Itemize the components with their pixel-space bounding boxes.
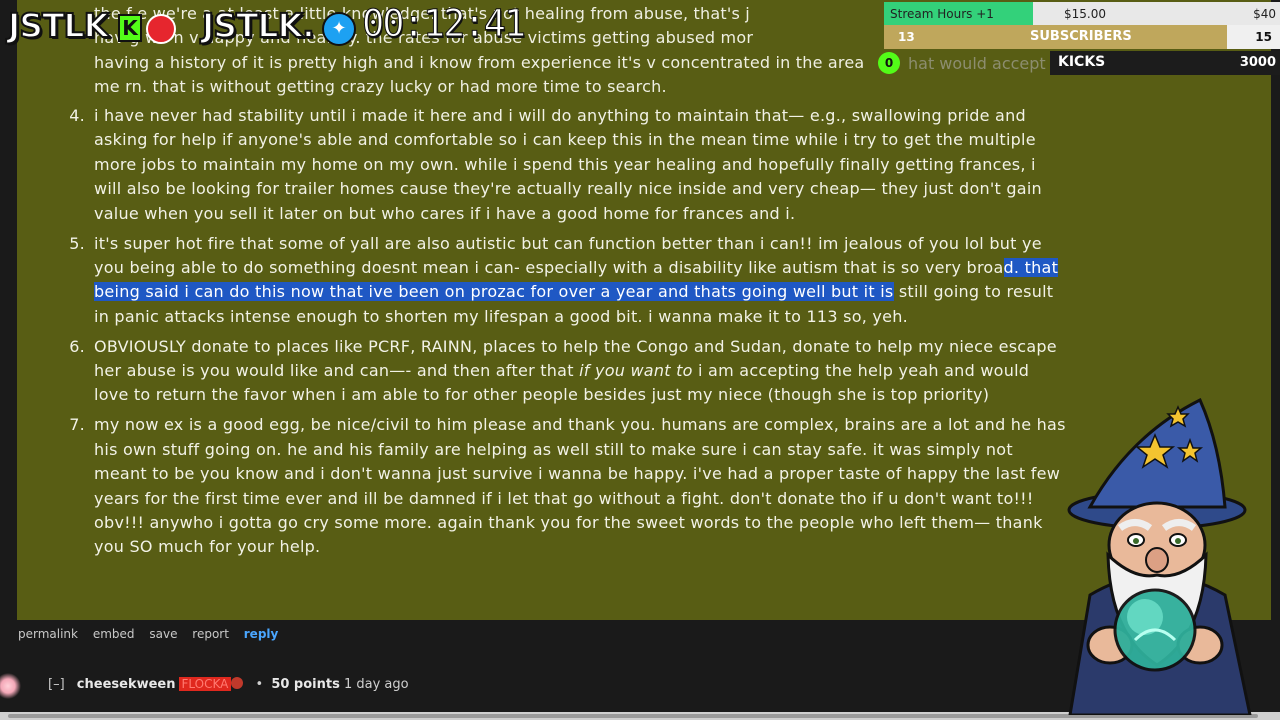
list-item-number: 7.: [69, 415, 85, 435]
comment-points: 50 points: [271, 677, 340, 692]
list-item-number: 5.: [69, 233, 85, 253]
next-comment-header: [–] cheesekween FLOCKA • 50 points 1 day …: [48, 677, 409, 692]
list-item-italic-text: if you want to: [579, 361, 693, 381]
wizard-mascot-icon: [1067, 397, 1252, 715]
goal-subscribers: 13 SUBSCRIBERS 15: [884, 25, 1280, 49]
record-icon: [146, 14, 176, 44]
stream-timer: 00:12:41: [361, 2, 526, 46]
goal-target: 15: [1255, 30, 1272, 44]
goal-label: KICKS: [1058, 54, 1106, 70]
list-item-text: my now ex is a good egg, be nice/civil t…: [94, 415, 1066, 557]
list-item-text: i have never had stability until i made …: [94, 106, 1042, 223]
goal-kicks: KICKS 3000: [1050, 51, 1280, 75]
goal-label: Stream Hours +1: [890, 7, 994, 21]
save-link[interactable]: save: [149, 627, 177, 641]
stream-frame: the f e we're a at least a little knowle…: [0, 0, 1280, 720]
kick-logo-icon: K: [118, 14, 142, 42]
collapse-toggle[interactable]: [–]: [48, 677, 65, 692]
goal-current: 0: [878, 52, 900, 74]
kick-ghost-text: hat would accept: [908, 54, 1046, 73]
list-item: 7. my now ex is a good egg, be nice/civi…: [57, 413, 1067, 559]
comment-partial-line: having a history of it is pretty high an…: [94, 53, 865, 72]
list-item: 6. OBVIOUSLY donate to places like PCRF,…: [57, 335, 1067, 408]
embed-link[interactable]: embed: [93, 627, 135, 641]
list-item-number: 6.: [69, 336, 85, 356]
user-flair: FLOCKA: [178, 677, 232, 691]
permalink-link[interactable]: permalink: [18, 627, 78, 641]
comment-username[interactable]: cheesekween: [77, 677, 176, 692]
avatar-fragment-icon: [0, 672, 22, 702]
bullet-separator: •: [255, 677, 264, 692]
goal-current: $15.00: [1064, 7, 1106, 21]
comment-partial-line: me rn. that is without getting crazy luc…: [94, 77, 667, 96]
channel-logo: JSTLK: [7, 5, 110, 46]
flair-emoji-icon: [231, 677, 244, 689]
reply-link[interactable]: reply: [244, 627, 279, 641]
list-item: 4. i have never had stability until i ma…: [57, 104, 1067, 226]
goal-target: 3000: [1239, 55, 1276, 70]
list-item-text: it's super hot fire that some of yall ar…: [94, 233, 1042, 277]
channel-logo-secondary: JSTLK.: [201, 5, 316, 46]
twitter-bird-icon: ✦: [322, 12, 356, 46]
list-item-number: 4.: [69, 106, 85, 125]
goal-current: 13: [898, 30, 915, 44]
list-item: 5. it's super hot fire that some of yall…: [57, 232, 1067, 330]
report-link[interactable]: report: [192, 627, 229, 641]
goal-target: $40: [1253, 7, 1276, 21]
comment-time: 1 day ago: [343, 677, 409, 692]
comment-numbered-list: 4. i have never had stability until i ma…: [57, 104, 1067, 565]
goal-stream-hours: Stream Hours +1 $15.00 $40: [884, 2, 1280, 26]
goal-label: SUBSCRIBERS: [1030, 29, 1132, 44]
comment-actions: permalink embed save report reply: [18, 627, 289, 641]
